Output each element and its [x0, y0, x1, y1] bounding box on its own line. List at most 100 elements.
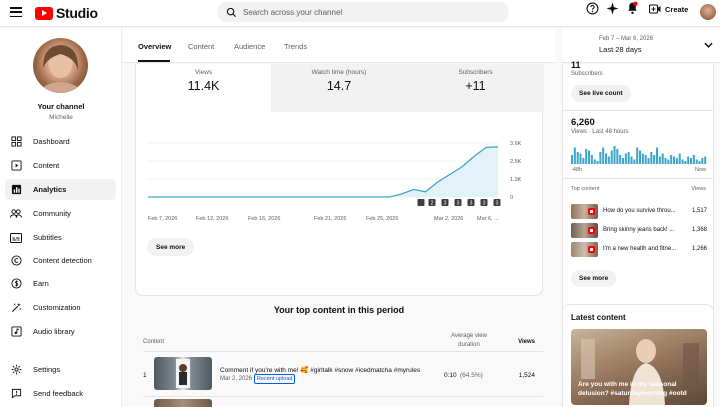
upload-marker[interactable]: 3: [480, 199, 488, 207]
realtime-bar-chart[interactable]: [571, 144, 707, 164]
sidebar-item-settings[interactable]: Settings: [5, 359, 116, 380]
menu-icon[interactable]: [10, 7, 22, 17]
realtime-bar: [588, 150, 591, 164]
sidebar-item-label: Analytics: [33, 185, 67, 194]
search-input[interactable]: [243, 7, 483, 17]
upload-marker[interactable]: 3: [454, 199, 462, 207]
tab-content[interactable]: Content: [188, 42, 214, 51]
table-row[interactable]: 1 Comment if you're with me! 🥰 #girltalk…: [143, 353, 543, 397]
realtime-bar: [593, 159, 596, 164]
video-title[interactable]: Comment if you're with me! 🥰 #girltalk #…: [220, 366, 430, 374]
video-thumbnail[interactable]: [154, 399, 212, 407]
list-item[interactable]: Bring skinny jeans back! ... 1,368: [571, 223, 707, 240]
realtime-axis-end: Now: [694, 167, 706, 173]
help-icon[interactable]: [584, 0, 600, 16]
sidebar-item-community[interactable]: Community: [5, 203, 116, 224]
see-live-count-button[interactable]: See live count: [571, 85, 631, 102]
video-thumbnail[interactable]: [154, 357, 212, 390]
tab-audience[interactable]: Audience: [234, 42, 265, 51]
latest-video-thumbnail[interactable]: Are you with me in my seasonal delusion?…: [571, 329, 707, 405]
views-column-label: Views: [691, 186, 706, 192]
audio-library-icon: [10, 326, 22, 338]
y-tick-label: 0: [510, 195, 513, 201]
realtime-bar: [579, 153, 582, 164]
search-bar[interactable]: [217, 2, 509, 22]
realtime-bar: [684, 161, 687, 164]
realtime-bar: [590, 155, 593, 164]
tab-overview[interactable]: Overview: [138, 42, 171, 51]
realtime-bar: [630, 156, 633, 164]
y-tick-label: 3.6K: [510, 141, 522, 147]
channel-title: Your channel: [37, 102, 85, 111]
realtime-bar: [667, 159, 670, 164]
realtime-bar: [607, 156, 610, 164]
channel-avatar[interactable]: [33, 38, 88, 93]
sidebar-item-content-detection[interactable]: Content detection: [5, 250, 116, 271]
realtime-card: 11 Subscribers See live count 6,260 View…: [562, 60, 714, 316]
date-range-picker[interactable]: Feb 7 – Mar 6, 2026 Last 28 days: [562, 28, 720, 63]
upload-marker[interactable]: [417, 199, 425, 206]
upload-marker[interactable]: 3: [441, 199, 449, 207]
account-avatar[interactable]: [700, 4, 716, 20]
studio-logo[interactable]: Studio: [35, 5, 98, 21]
see-more-button[interactable]: See more: [147, 238, 195, 256]
avg-duration: 0:10: [444, 372, 457, 379]
sparkle-icon[interactable]: [604, 0, 620, 16]
views-chart[interactable]: 3.6K 2.5K 1.3K 0 Feb 7, 2026 Feb 12, 2026 Feb …: [136, 64, 544, 296]
feedback-icon: [10, 388, 22, 400]
analytics-tabs: Overview Content Audience Trends: [123, 28, 555, 63]
recent-upload-badge: Recent upload: [254, 374, 296, 384]
svg-text:3: 3: [444, 201, 447, 207]
tab-trends[interactable]: Trends: [284, 42, 307, 51]
top-item-views: 1,368: [691, 227, 707, 233]
sidebar-item-dashboard[interactable]: Dashboard: [5, 131, 116, 152]
realtime-bar: [622, 158, 625, 164]
latest-video-title: Are you with me in my seasonal delusion?…: [578, 381, 687, 397]
sidebar-item-send-feedback[interactable]: Send feedback: [5, 383, 116, 404]
sidebar-item-analytics[interactable]: Analytics: [5, 179, 116, 200]
upload-marker[interactable]: 3: [467, 199, 475, 207]
list-item[interactable]: How do you survive throu... 1,517: [571, 204, 707, 221]
y-tick-label: 1.3K: [510, 177, 522, 183]
top-bar: Studio Create: [0, 0, 720, 27]
realtime-bar: [644, 155, 647, 164]
x-tick-label: Mar 2, 2026: [434, 216, 463, 222]
video-date: Mar 2, 2026: [220, 376, 253, 382]
sidebar-item-customization[interactable]: Customization: [5, 297, 116, 318]
youtube-logo-icon: [35, 6, 53, 20]
create-label: Create: [665, 4, 689, 14]
realtime-views-label: Views · Last 48 hours: [571, 129, 629, 135]
subtitles-icon: [10, 232, 22, 244]
copyright-icon: [10, 255, 22, 267]
x-tick-label: Feb 12, 2026: [196, 216, 228, 222]
video-thumbnail: [571, 242, 598, 257]
top-item-title: I'm a new health and fitne...: [603, 246, 677, 252]
divider: [563, 110, 713, 111]
sidebar-item-earn[interactable]: Earn: [5, 273, 116, 294]
realtime-bar: [704, 156, 707, 164]
realtime-bar: [701, 158, 704, 164]
sidebar-item-subtitles[interactable]: Subtitles: [5, 227, 116, 248]
upload-marker[interactable]: 2: [428, 199, 436, 207]
realtime-bar: [698, 161, 701, 164]
sidebar-item-content[interactable]: Content: [5, 155, 116, 176]
column-views[interactable]: Views: [518, 339, 535, 345]
list-item[interactable]: I'm a new health and fitne... 1,266: [571, 242, 707, 259]
upload-marker[interactable]: 3: [493, 199, 501, 207]
column-avg-view-duration[interactable]: Average view duration: [441, 332, 497, 350]
community-icon: [10, 208, 22, 220]
notifications-icon[interactable]: [624, 0, 640, 16]
avg-duration-percent: (64.5%): [460, 372, 483, 379]
realtime-bar: [636, 147, 639, 164]
realtime-bar: [678, 153, 681, 164]
sidebar-item-label: Send feedback: [33, 389, 84, 398]
chevron-down-icon: [704, 42, 713, 48]
x-tick-label: Feb 25, 2026: [366, 216, 398, 222]
create-button[interactable]: Create: [649, 4, 688, 14]
svg-text:3: 3: [496, 201, 499, 207]
emoji-icon: [578, 398, 608, 405]
realtime-bar: [695, 159, 698, 164]
sidebar-item-audio-library[interactable]: Audio library: [5, 321, 116, 342]
see-more-top-content-button[interactable]: See more: [571, 270, 617, 287]
realtime-bar: [616, 149, 619, 164]
